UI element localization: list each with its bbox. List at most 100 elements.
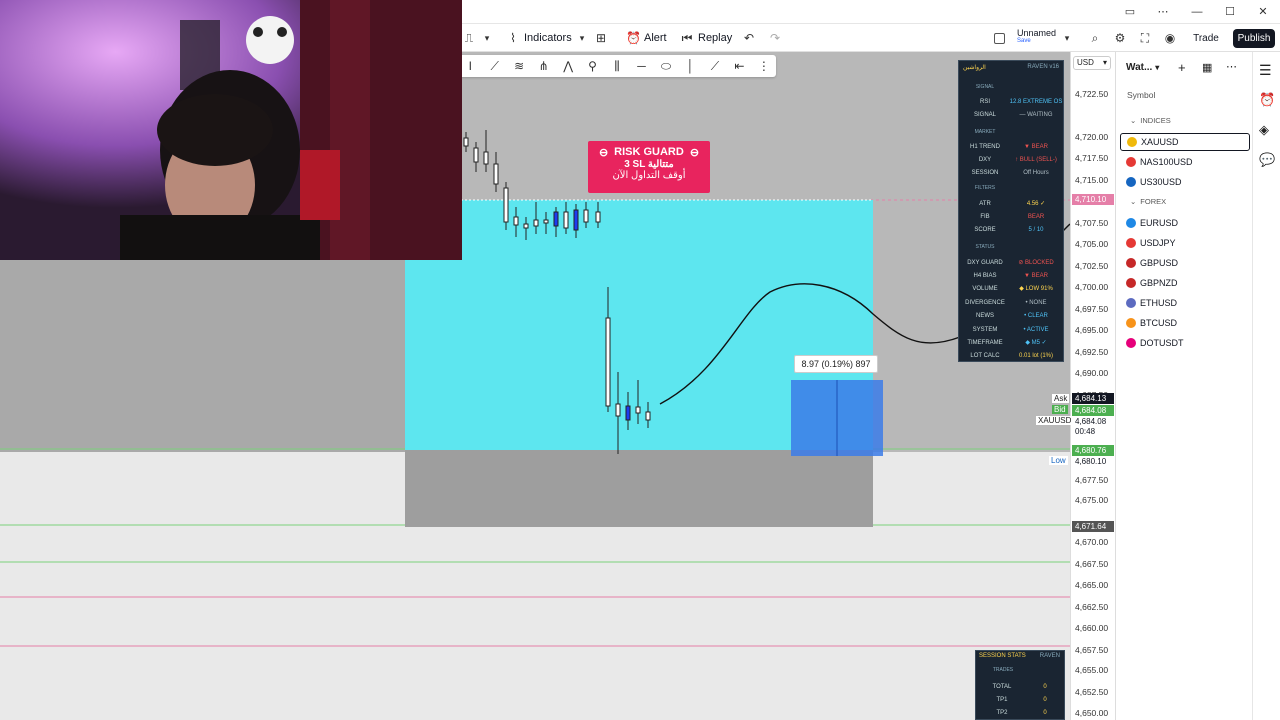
watchlist-item[interactable]: US30USD [1120, 173, 1250, 191]
minus-circle-icon: ⊖ [598, 147, 609, 159]
maximize-icon[interactable]: ☐ [1220, 4, 1240, 20]
symbol-column-header[interactable]: Symbol [1127, 90, 1155, 100]
watchlist-item[interactable]: DOTUSDT [1120, 334, 1250, 352]
layout-save-status: Save [1017, 38, 1031, 44]
bars-icon[interactable]: ⫼ [605, 59, 629, 74]
watchlist-item[interactable]: USDJPY [1120, 234, 1250, 252]
webcam-image [0, 0, 462, 260]
position-stop-zone[interactable] [405, 450, 873, 527]
price-tick-label: 4,662.50 [1075, 602, 1109, 612]
section-name: INDICES [1140, 116, 1171, 125]
watchlist-section-header[interactable]: ⌄ FOREX [1130, 197, 1166, 206]
watchlist-icon[interactable]: ☰ [1259, 62, 1272, 79]
redo-button[interactable]: ↷ [768, 29, 782, 47]
symbol-name: XAUUSD [1141, 137, 1179, 147]
watchlist-section-header[interactable]: ⌄ INDICES [1130, 116, 1171, 125]
risk-guard-title: RISK GUARD [614, 146, 684, 158]
chart-type-icon[interactable]: ⎍ [462, 29, 476, 47]
templates-icon[interactable]: ⊞ [594, 29, 608, 47]
publish-button[interactable]: Publish [1233, 29, 1275, 48]
alert-button[interactable]: ⏰ Alert [626, 29, 667, 47]
price-tick-label: 4,695.00 [1075, 325, 1109, 335]
watchlist-panel: Wat... ▾ + ▦ ⋯ Symbol ⌄ INDICES XAUUSD NAS1… [1115, 52, 1252, 720]
watchlist-item[interactable]: BTCUSD [1120, 314, 1250, 332]
currency-label: USD [1077, 58, 1094, 67]
price-tick-label: 4,722.50 [1075, 89, 1109, 99]
chevron-down-icon[interactable]: ▾ [480, 29, 494, 47]
watchlist-item[interactable]: EURUSD [1120, 214, 1250, 232]
risk-guard-alert: ⊖ RISK GUARD ⊖ 3 SL متتالية أوقف التداول… [588, 141, 710, 193]
layout-checkbox[interactable] [994, 29, 1005, 47]
stats-brand: RAVEN [1039, 653, 1060, 659]
alerts-icon[interactable]: ⏰ [1259, 92, 1275, 108]
symbol-logo-icon [1126, 157, 1136, 167]
watchlist-item[interactable]: GBPUSD [1120, 254, 1250, 272]
indicator-value: • ACTIVE [1023, 327, 1049, 333]
ellipse-icon[interactable]: ⬭ [654, 59, 678, 74]
more-icon[interactable]: ⋯ [1226, 60, 1237, 73]
fullscreen-icon[interactable]: ⛶ [1138, 29, 1152, 47]
pattern-icon[interactable]: ⋀ [556, 59, 580, 73]
brush-icon[interactable]: ⟋ [703, 59, 727, 74]
close-icon[interactable]: ✕ [1253, 4, 1273, 20]
currency-selector[interactable]: USD ▾ [1073, 56, 1111, 70]
watchlist-item[interactable]: ETHUSD [1120, 294, 1250, 312]
pin-icon[interactable]: ⚲ [580, 59, 604, 73]
symbol-name: ETHUSD [1140, 298, 1178, 308]
camera-icon[interactable]: ◉ [1163, 29, 1177, 47]
more-icon[interactable]: ⋯ [1153, 4, 1173, 20]
stats-row: TP2 0 [976, 707, 1064, 720]
horizontal-ray-icon[interactable]: ─ [629, 59, 653, 73]
chevron-down-icon[interactable]: ▾ [575, 29, 589, 47]
layout-name[interactable]: Unnamed Save [1017, 28, 1061, 44]
risk-guard-line2: أوقف التداول الآن [612, 170, 686, 181]
replay-button[interactable]: ⏮ Replay [680, 29, 733, 47]
more-tools-icon[interactable]: ⋮ [752, 59, 776, 73]
stats-key: TP1 [996, 697, 1008, 703]
price-tick-label: 4,692.50 [1075, 347, 1109, 357]
watchlist-item[interactable]: XAUUSD [1120, 133, 1250, 151]
watchlist-title[interactable]: Wat... ▾ [1126, 62, 1159, 73]
indicator-value: ▼ BEAR [1024, 273, 1048, 279]
symbol-logo-icon [1126, 318, 1136, 328]
undo-button[interactable]: ↶ [742, 29, 756, 47]
bid-price-tag: 4,684.08 [1072, 405, 1114, 416]
screen-icon[interactable]: ▭ [1120, 4, 1140, 20]
measure-label: 8.97 (0.19%) 897 [794, 355, 878, 373]
price-tick-label: 4,665.00 [1075, 580, 1109, 590]
indicators-button[interactable]: ⌇ Indicators [506, 29, 572, 47]
replay-label: Replay [698, 32, 733, 44]
watchlist-item[interactable]: NAS100USD [1120, 153, 1250, 171]
stats-key: TOTAL [992, 684, 1012, 690]
settings-icon[interactable]: ⚙ [1113, 29, 1127, 47]
stats-value: 0 [1043, 684, 1047, 690]
indicator-key: RSI [979, 99, 990, 105]
stats-section: TRADES [992, 667, 1014, 673]
channel-icon[interactable]: ≋ [507, 59, 531, 73]
section-market: MARKET [974, 129, 996, 135]
chat-icon[interactable]: 💬 [1259, 152, 1275, 168]
indicator-row: SCORE 5 / 10 [959, 224, 1065, 237]
price-axis[interactable]: USD ▾ 4,722.50 4,720.00 4,717.50 4,715.00 4,… [1070, 52, 1115, 720]
indicator-key: ATR [979, 201, 991, 207]
alert-label: Alert [644, 32, 667, 44]
panel-brand: RAVEN v16 [1027, 64, 1059, 70]
watchlist-item[interactable]: GBPNZD [1120, 274, 1250, 292]
search-icon[interactable]: ⌕ [1088, 29, 1102, 47]
trade-button[interactable]: Trade [1188, 29, 1224, 48]
indicator-row: LOT CALC 0.01 lot (1%) [959, 350, 1065, 363]
trend-line-icon[interactable]: ⟋ [482, 59, 506, 74]
arrow-icon[interactable]: ⇤ [727, 59, 751, 73]
rewind-icon: ⏮ [681, 31, 693, 45]
fork-icon[interactable]: ⋔ [531, 59, 555, 73]
table-view-icon[interactable]: ▦ [1202, 61, 1212, 74]
watchlist-title-text: Wat... [1126, 62, 1153, 73]
section-signal: SIGNAL [975, 84, 995, 90]
indicator-row: TIMEFRAME ◆ M5 ✓ [959, 337, 1065, 350]
chevron-down-icon[interactable]: ▾ [1060, 29, 1074, 47]
layers-icon[interactable]: ◈ [1259, 122, 1269, 138]
vertical-line-icon[interactable]: │ [678, 59, 702, 73]
add-symbol-icon[interactable]: + [1178, 60, 1186, 75]
minimize-icon[interactable]: — [1187, 4, 1207, 20]
price-tick-label: 4,677.50 [1075, 475, 1109, 485]
